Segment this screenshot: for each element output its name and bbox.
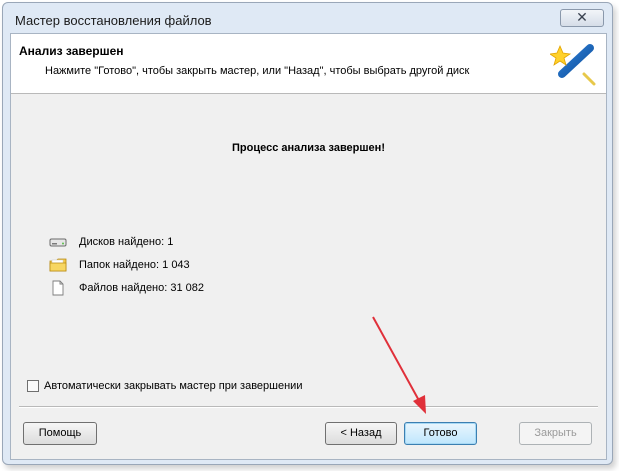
footer-divider — [19, 406, 598, 408]
wizard-header: Анализ завершен Нажмите "Готово", чтобы … — [11, 34, 606, 94]
back-button[interactable]: < Назад — [325, 422, 397, 445]
folder-icon — [49, 258, 67, 272]
analysis-complete-title: Процесс анализа завершен! — [232, 142, 385, 154]
window-title: Мастер восстановления файлов — [15, 13, 212, 28]
page-title: Анализ завершен — [19, 44, 124, 58]
help-button[interactable]: Помощь — [23, 422, 97, 445]
finish-button[interactable]: Готово — [404, 422, 477, 445]
folders-found-label: Папок найдено: 1 043 — [79, 259, 190, 271]
wizard-body: Анализ завершен Нажмите "Готово", чтобы … — [10, 33, 607, 460]
auto-close-checkbox[interactable] — [27, 380, 39, 392]
dialog-window: Мастер восстановления файлов ✕ Анализ за… — [2, 2, 613, 465]
title-bar: Мастер восстановления файлов ✕ — [9, 9, 606, 33]
window-close-button[interactable]: ✕ — [560, 9, 604, 27]
disks-found-label: Дисков найдено: 1 — [79, 236, 174, 248]
page-subtitle: Нажмите "Готово", чтобы закрыть мастер, … — [45, 65, 470, 77]
close-button[interactable]: Закрыть — [519, 422, 592, 445]
close-icon: ✕ — [576, 9, 588, 25]
files-found-label: Файлов найдено: 31 082 — [79, 282, 205, 294]
disk-icon — [49, 238, 67, 247]
file-icon — [52, 280, 64, 296]
magic-wand-icon — [550, 44, 596, 86]
auto-close-label[interactable]: Автоматически закрывать мастер при завер… — [44, 380, 302, 392]
